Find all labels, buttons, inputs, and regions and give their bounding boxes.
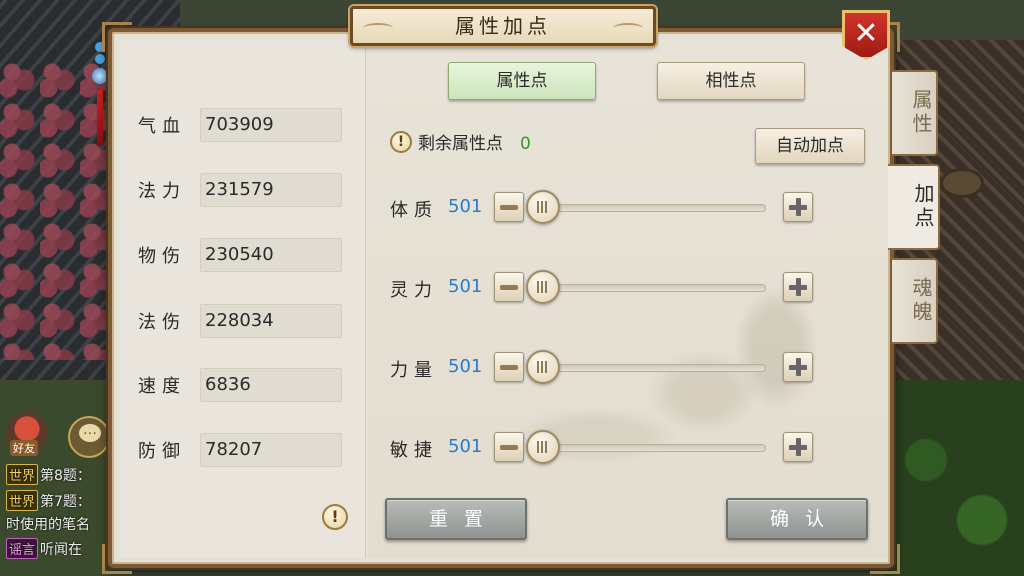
- auto-add-button[interactable]: 自动加点: [755, 128, 865, 164]
- remaining-label: 剩余属性点: [418, 134, 503, 154]
- panel-title: 属性加点: [350, 6, 656, 46]
- chat-text: 听闻在: [40, 542, 83, 558]
- info-icon[interactable]: !: [322, 504, 348, 530]
- increase-button[interactable]: [783, 432, 813, 462]
- stat-value: 78207: [200, 433, 342, 467]
- chat-line: 谣言 听闻在: [6, 538, 82, 559]
- slider-track[interactable]: [530, 364, 766, 372]
- slider-handle[interactable]: [526, 430, 560, 464]
- attribute-row-agility: 敏捷 501: [390, 430, 820, 466]
- attribute-name: 体质: [390, 200, 438, 221]
- attribute-row-constitution: 体质 501: [390, 190, 820, 226]
- stat-value: 228034: [200, 304, 342, 338]
- tab-affinity-points[interactable]: 相性点: [657, 62, 805, 100]
- channel-tag: 世界: [6, 464, 39, 485]
- side-tab-attributes[interactable]: 属性: [892, 70, 938, 156]
- stat-value: 231579: [200, 173, 342, 207]
- decrease-button[interactable]: [494, 192, 524, 222]
- stat-label: 防御: [138, 441, 186, 462]
- attribute-value: 501: [448, 276, 483, 297]
- stat-label: 法力: [138, 181, 186, 202]
- bead: [95, 54, 105, 64]
- stat-value: 703909: [200, 108, 342, 142]
- remaining-value: 0: [520, 134, 531, 154]
- chat-text: 第7题：: [40, 494, 91, 510]
- attribute-value: 501: [448, 436, 483, 457]
- stat-label: 速度: [138, 376, 186, 397]
- chat-line: 世界 第8题：: [6, 464, 91, 485]
- stat-value: 230540: [200, 238, 342, 272]
- attribute-row-spirit: 灵力 501: [390, 270, 820, 306]
- channel-tag: 世界: [6, 490, 39, 511]
- chat-bubble-icon[interactable]: [68, 416, 110, 458]
- side-tab-add-points[interactable]: 加点: [888, 164, 940, 250]
- stat-label: 法伤: [138, 312, 186, 333]
- attribute-row-strength: 力量 501: [390, 350, 820, 386]
- increase-button[interactable]: [783, 272, 813, 302]
- attribute-value: 501: [448, 356, 483, 377]
- increase-button[interactable]: [783, 192, 813, 222]
- reset-button[interactable]: 重置: [385, 498, 527, 540]
- slider-handle[interactable]: [526, 190, 560, 224]
- channel-tag: 谣言: [6, 538, 39, 559]
- attribute-name: 灵力: [390, 280, 438, 301]
- clay-pot: [940, 168, 984, 198]
- hanging-ornament: [92, 40, 108, 150]
- stat-label: 气血: [138, 116, 186, 137]
- decrease-button[interactable]: [494, 272, 524, 302]
- slider-handle[interactable]: [526, 270, 560, 304]
- info-icon[interactable]: !: [390, 131, 412, 153]
- slider-track[interactable]: [530, 444, 766, 452]
- grass: [884, 380, 1024, 576]
- friend-label: 好友: [10, 440, 38, 456]
- increase-button[interactable]: [783, 352, 813, 382]
- attribute-name: 力量: [390, 360, 438, 381]
- confirm-button[interactable]: 确认: [726, 498, 868, 540]
- slider-handle[interactable]: [526, 350, 560, 384]
- chat-text: 第8题：: [40, 468, 91, 484]
- stat-label: 物伤: [138, 246, 186, 267]
- decrease-button[interactable]: [494, 432, 524, 462]
- chat-line: 世界 第7题：: [6, 490, 91, 511]
- tassel: [97, 90, 103, 146]
- chat-line: 时使用的笔名: [6, 514, 90, 534]
- attribute-name: 敏捷: [390, 440, 438, 461]
- slider-track[interactable]: [530, 204, 766, 212]
- decrease-button[interactable]: [494, 352, 524, 382]
- chat-text: 时使用的笔名: [6, 517, 90, 533]
- gem: [92, 68, 108, 84]
- side-tab-soul[interactable]: 魂魄: [892, 258, 938, 344]
- tab-attribute-points[interactable]: 属性点: [448, 62, 596, 100]
- slider-track[interactable]: [530, 284, 766, 292]
- attribute-value: 501: [448, 196, 483, 217]
- stat-value: 6836: [200, 368, 342, 402]
